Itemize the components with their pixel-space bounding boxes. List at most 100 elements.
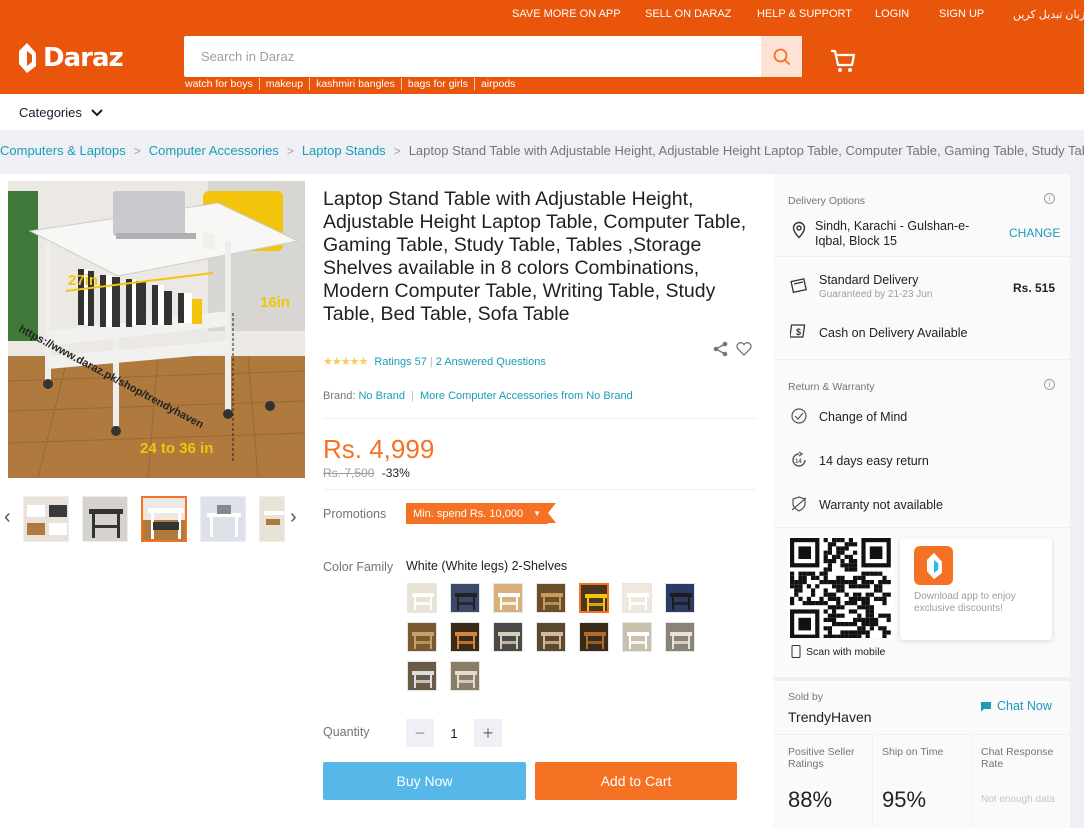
color-swatch[interactable] [536, 583, 566, 613]
svg-text:14: 14 [795, 459, 802, 465]
original-price-row: Rs. 7,500 -33% [323, 466, 410, 480]
suggestion-link[interactable]: makeup [258, 78, 309, 90]
thumbnail-strip: ‹ › [0, 484, 310, 546]
price: Rs. 4,999 [323, 434, 435, 464]
color-swatch[interactable] [665, 622, 695, 652]
qr-code[interactable] [788, 536, 894, 639]
info-icon[interactable]: i [1044, 379, 1055, 390]
product-main-image[interactable]: 27in 16in 24 to 36 in https://www.daraz.… [8, 181, 305, 478]
thumbnail[interactable] [259, 496, 285, 542]
cart-button[interactable] [829, 48, 857, 79]
stat-label: Ship on Time [882, 746, 944, 758]
color-swatch[interactable] [450, 661, 480, 691]
breadcrumb-current: Laptop Stand Table with Adjustable Heigh… [408, 143, 1084, 158]
search-button[interactable] [761, 36, 802, 77]
daraz-logo[interactable]: Daraz [16, 42, 124, 74]
ship-on-time-stat: Ship on Time 95% [872, 734, 971, 826]
category-bar: Categories [0, 94, 1084, 130]
color-swatch[interactable] [450, 622, 480, 652]
more-from-brand-link[interactable]: More Computer Accessories from No Brand [420, 390, 633, 402]
color-swatch[interactable] [622, 622, 652, 652]
chevron-right-icon: > [393, 143, 401, 158]
chat-now-button[interactable]: Chat Now [980, 699, 1052, 713]
color-swatch[interactable] [407, 583, 437, 613]
signup-link[interactable]: SIGN UP [939, 8, 984, 20]
search-input[interactable]: Search in Daraz [201, 49, 294, 64]
warranty-label: Warranty not available [819, 498, 943, 512]
suggestion-link[interactable]: airpods [473, 78, 521, 90]
color-swatch[interactable] [536, 622, 566, 652]
color-swatch[interactable] [493, 583, 523, 613]
thumbnail-selected[interactable] [141, 496, 187, 542]
increase-quantity-button[interactable]: + [474, 719, 502, 747]
buy-now-button[interactable]: Buy Now [323, 762, 526, 800]
chevron-right-icon[interactable]: › [290, 506, 297, 529]
promo-tail [548, 503, 556, 523]
categories-dropdown[interactable]: Categories [19, 105, 103, 120]
promotion-voucher[interactable]: Min. spend Rs. 10,000 ▼ [406, 503, 556, 524]
product-detail: 27in 16in 24 to 36 in https://www.daraz.… [0, 174, 1070, 828]
delivery-box-icon [790, 278, 807, 294]
color-swatch[interactable] [450, 583, 480, 613]
standard-delivery-label: Standard Delivery [819, 273, 919, 287]
decrease-quantity-button[interactable]: − [406, 719, 434, 747]
color-swatch[interactable] [622, 583, 652, 613]
color-swatch[interactable] [579, 622, 609, 652]
stat-value: Not enough data [981, 794, 1055, 805]
divider [323, 418, 757, 419]
scan-text: Scan with mobile [806, 645, 886, 658]
ratings-link[interactable]: Ratings 57 [374, 356, 427, 368]
color-swatch[interactable] [407, 622, 437, 652]
seller-name[interactable]: TrendyHaven [788, 709, 872, 725]
seller-card: Sold by TrendyHaven Chat Now Positive Se… [773, 677, 1070, 828]
chevron-left-icon[interactable]: ‹ [4, 506, 11, 529]
chevron-down-icon [91, 108, 103, 116]
search-bar[interactable]: Search in Daraz [184, 36, 802, 77]
share-icon[interactable] [713, 341, 728, 357]
info-icon[interactable]: i [1044, 193, 1055, 204]
breadcrumb-computer-accessories[interactable]: Computer Accessories [149, 143, 279, 158]
breadcrumb-computers-laptops[interactable]: Computers & Laptops [0, 143, 126, 158]
color-swatch[interactable] [407, 661, 437, 691]
chat-icon [981, 701, 991, 711]
save-more-on-app-link[interactable]: SAVE MORE ON APP [512, 8, 621, 20]
stat-label: Chat Response Rate [981, 746, 1054, 770]
add-to-cart-button[interactable]: Add to Cart [535, 762, 737, 800]
image-dim-depth: 16in [260, 294, 290, 311]
stat-value: 95% [882, 787, 927, 812]
suggestion-link[interactable]: kashmiri bangles [309, 78, 401, 90]
thumbnail[interactable] [200, 496, 246, 542]
download-app-popup[interactable]: Download app to enjoy exclusive discount… [900, 538, 1052, 640]
color-swatch[interactable] [493, 622, 523, 652]
brand-link[interactable]: No Brand [358, 390, 404, 402]
divider [773, 256, 1070, 257]
breadcrumb-laptop-stands[interactable]: Laptop Stands [302, 143, 386, 158]
top-header: SAVE MORE ON APP SELL ON DARAZ HELP & SU… [0, 0, 1084, 94]
quantity-value[interactable]: 1 [434, 726, 474, 741]
categories-label: Categories [19, 105, 82, 120]
color-swatch-selected[interactable] [579, 583, 609, 613]
delivery-sidebar: Delivery Options i Sindh, Karachi - Guls… [773, 174, 1070, 828]
delivery-location: Sindh, Karachi - Gulshan-e-Iqbal, Block … [815, 219, 970, 248]
suggestion-link[interactable]: bags for girls [400, 78, 474, 90]
answered-questions-link[interactable]: 2 Answered Questions [436, 356, 546, 368]
change-location-button[interactable]: CHANGE [1009, 226, 1060, 240]
sold-by-label: Sold by [788, 691, 824, 703]
thumbnail[interactable] [23, 496, 69, 542]
cart-icon [831, 49, 856, 72]
chat-response-stat: Chat Response Rate Not enough data [971, 734, 1070, 826]
help-support-link[interactable]: HELP & SUPPORT [757, 8, 852, 20]
suggestion-link[interactable]: watch for boys [184, 78, 259, 90]
language-switch-link[interactable]: زبان تبدیل کریں [1013, 8, 1084, 21]
thumbnail[interactable] [82, 496, 128, 542]
promotion-text: Min. spend Rs. 10,000 [413, 507, 524, 520]
sell-on-daraz-link[interactable]: SELL ON DARAZ [645, 8, 731, 20]
heart-icon[interactable] [736, 342, 752, 356]
color-family-label: Color Family [323, 560, 394, 574]
search-icon [773, 48, 790, 65]
login-link[interactable]: LOGIN [875, 8, 909, 20]
divider [773, 359, 1070, 360]
product-title: Laptop Stand Table with Adjustable Heigh… [323, 188, 747, 325]
color-swatch[interactable] [665, 583, 695, 613]
svg-text:$: $ [796, 327, 801, 337]
